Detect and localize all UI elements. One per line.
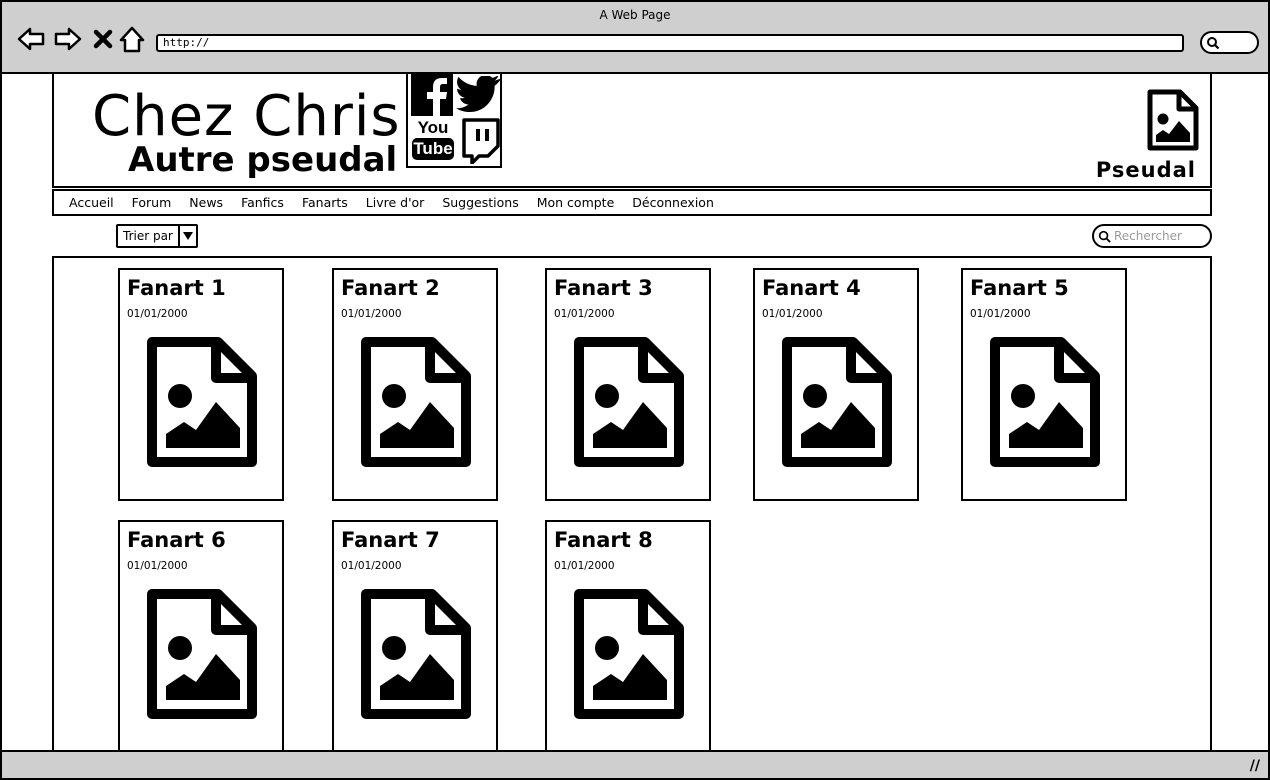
fanart-title: Fanart 2 [341, 276, 440, 300]
facebook-icon[interactable] [411, 74, 453, 116]
sort-dropdown[interactable]: Trier par [116, 224, 198, 248]
browser-search-button[interactable] [1200, 31, 1259, 54]
menu-item-fanfics[interactable]: Fanfics [241, 195, 284, 210]
image-placeholder-icon[interactable] [989, 336, 1101, 472]
fanart-title: Fanart 1 [127, 276, 226, 300]
fanart-card[interactable]: Fanart 8 01/01/2000 [545, 520, 711, 753]
fanart-title: Fanart 5 [970, 276, 1069, 300]
fanart-title: Fanart 7 [341, 528, 440, 552]
fanart-date: 01/01/2000 [341, 308, 402, 320]
fanart-card[interactable]: Fanart 2 01/01/2000 [332, 268, 498, 501]
fanart-card[interactable]: Fanart 3 01/01/2000 [545, 268, 711, 501]
fanart-card[interactable]: Fanart 5 01/01/2000 [961, 268, 1127, 501]
menu-item-suggestions[interactable]: Suggestions [442, 195, 518, 210]
search-box[interactable] [1092, 224, 1212, 248]
social-links: You Tube [406, 72, 502, 168]
site-header: Chez Chris Autre pseudal You Tube Pseuda… [52, 72, 1212, 188]
browser-status-bar: // [0, 750, 1270, 780]
fanart-date: 01/01/2000 [127, 560, 188, 572]
fanart-card[interactable]: Fanart 7 01/01/2000 [332, 520, 498, 753]
back-arrow-icon[interactable] [16, 24, 46, 54]
fanart-date: 01/01/2000 [970, 308, 1031, 320]
search-icon [1207, 37, 1220, 50]
main-menu: Accueil Forum News Fanfics Fanarts Livre… [52, 189, 1212, 216]
image-placeholder-icon[interactable] [573, 336, 685, 472]
site-subtitle: Autre pseudal [128, 140, 398, 180]
fanart-card[interactable]: Fanart 4 01/01/2000 [753, 268, 919, 501]
menu-item-mon-compte[interactable]: Mon compte [537, 195, 615, 210]
fanart-date: 01/01/2000 [127, 308, 188, 320]
image-placeholder-icon[interactable] [146, 336, 258, 472]
fanart-title: Fanart 8 [554, 528, 653, 552]
fanart-title: Fanart 3 [554, 276, 653, 300]
twitch-icon[interactable] [460, 118, 500, 164]
menu-item-news[interactable]: News [189, 195, 223, 210]
close-icon[interactable] [91, 24, 115, 54]
menu-item-fanarts[interactable]: Fanarts [302, 195, 348, 210]
fanart-title: Fanart 6 [127, 528, 226, 552]
image-placeholder-icon[interactable] [573, 588, 685, 724]
image-placeholder-icon[interactable] [146, 588, 258, 724]
youtube-icon[interactable]: You Tube [412, 118, 454, 164]
resize-grip-icon[interactable]: // [1250, 758, 1260, 774]
home-icon[interactable] [118, 24, 146, 54]
chevron-down-icon[interactable] [178, 226, 196, 246]
fanart-date: 01/01/2000 [554, 308, 615, 320]
avatar-image-icon[interactable] [1146, 88, 1200, 152]
fanart-date: 01/01/2000 [762, 308, 823, 320]
search-icon [1098, 230, 1111, 243]
forward-arrow-icon[interactable] [53, 24, 83, 54]
url-bar[interactable]: http:// [156, 34, 1184, 52]
menu-item-deconnexion[interactable]: Déconnexion [632, 195, 714, 210]
fanart-date: 01/01/2000 [341, 560, 402, 572]
menu-item-livre-dor[interactable]: Livre d'or [366, 195, 425, 210]
menu-item-forum[interactable]: Forum [132, 195, 172, 210]
image-placeholder-icon[interactable] [360, 588, 472, 724]
fanart-card[interactable]: Fanart 6 01/01/2000 [118, 520, 284, 753]
username-label[interactable]: Pseudal [1096, 158, 1196, 182]
twitter-icon[interactable] [456, 76, 500, 114]
sort-dropdown-label: Trier par [123, 229, 173, 243]
fanart-date: 01/01/2000 [554, 560, 615, 572]
search-input[interactable] [1114, 229, 1204, 243]
fanart-card[interactable]: Fanart 1 01/01/2000 [118, 268, 284, 501]
fanart-title: Fanart 4 [762, 276, 861, 300]
fanart-gallery: Fanart 1 01/01/2000 Fanart 2 01/01/2000 Fana… [52, 256, 1212, 753]
image-placeholder-icon[interactable] [360, 336, 472, 472]
window-title: A Web Page [599, 8, 671, 22]
menu-item-accueil[interactable]: Accueil [69, 195, 114, 210]
image-placeholder-icon[interactable] [781, 336, 893, 472]
browser-toolbar: A Web Page http:// [0, 0, 1270, 72]
